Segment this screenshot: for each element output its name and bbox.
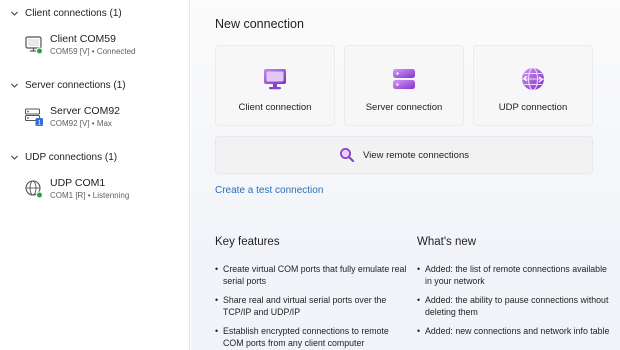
group-header-client[interactable]: Client connections (1) <box>10 6 122 20</box>
view-remote-connections-button[interactable]: View remote connections <box>215 136 593 174</box>
card-label: Server connection <box>365 102 443 113</box>
globe-arrows-icon <box>522 67 544 91</box>
main-panel: New connection Client connection Server … <box>191 0 620 350</box>
group-header-server[interactable]: Server connections (1) <box>10 78 126 92</box>
connection-name: Client COM59 <box>50 33 116 45</box>
connection-item-udp-com1[interactable]: UDP COM1 COM1 [R] • Listenning <box>24 176 184 206</box>
whats-new-list: Added: the list of remote connections av… <box>417 263 613 344</box>
group-label: UDP connections (1) <box>25 151 118 163</box>
svg-text:1: 1 <box>37 120 41 127</box>
connections-sidebar: Client connections (1) Client COM59 COM5… <box>0 0 190 350</box>
udp-connection-icon <box>25 180 43 199</box>
chevron-down-icon <box>10 82 19 88</box>
monitor-icon <box>264 69 286 90</box>
group-header-udp[interactable]: UDP connections (1) <box>10 150 117 164</box>
list-item: Added: the list of remote connections av… <box>417 263 613 287</box>
server-stack-icon <box>393 69 415 89</box>
client-connection-icon <box>25 36 43 55</box>
whats-new-title: What's new <box>417 236 477 248</box>
server-connection-card[interactable]: Server connection <box>344 45 464 126</box>
list-item: Share real and virtual serial ports over… <box>215 294 410 318</box>
card-label: UDP connection <box>498 102 568 113</box>
connection-status: COM92 [V] • Max <box>50 119 112 128</box>
page-title: New connection <box>215 17 304 31</box>
list-item: Establish encrypted connections to remot… <box>215 325 410 349</box>
group-label: Client connections (1) <box>25 7 122 19</box>
connection-name: Server COM92 <box>50 105 121 117</box>
client-connection-card[interactable]: Client connection <box>215 45 335 126</box>
connection-status: COM1 [R] • Listenning <box>50 191 130 200</box>
remote-connections-label: View remote connections <box>363 149 469 161</box>
create-test-connection-link[interactable]: Create a test connection <box>215 185 323 196</box>
list-item: Create virtual COM ports that fully emul… <box>215 263 410 287</box>
group-label: Server connections (1) <box>25 79 126 91</box>
key-features-list: Create virtual COM ports that fully emul… <box>215 263 410 350</box>
connection-name: UDP COM1 <box>50 177 106 189</box>
list-item: Added: the ability to pause connections … <box>417 294 613 318</box>
list-item: Added: new connections and network info … <box>417 325 613 337</box>
connection-item-server-com92[interactable]: 1 Server COM92 COM92 [V] • Max <box>24 104 184 134</box>
server-connection-icon: 1 <box>24 108 43 127</box>
connection-status: COM59 [V] • Connected <box>50 47 136 56</box>
chevron-down-icon <box>10 154 19 160</box>
chevron-down-icon <box>10 10 19 16</box>
connection-item-client-com59[interactable]: Client COM59 COM59 [V] • Connected <box>24 32 184 62</box>
udp-connection-card[interactable]: UDP connection <box>473 45 593 126</box>
key-features-title: Key features <box>215 236 280 248</box>
magnifier-icon <box>340 148 355 163</box>
card-label: Client connection <box>238 102 312 113</box>
